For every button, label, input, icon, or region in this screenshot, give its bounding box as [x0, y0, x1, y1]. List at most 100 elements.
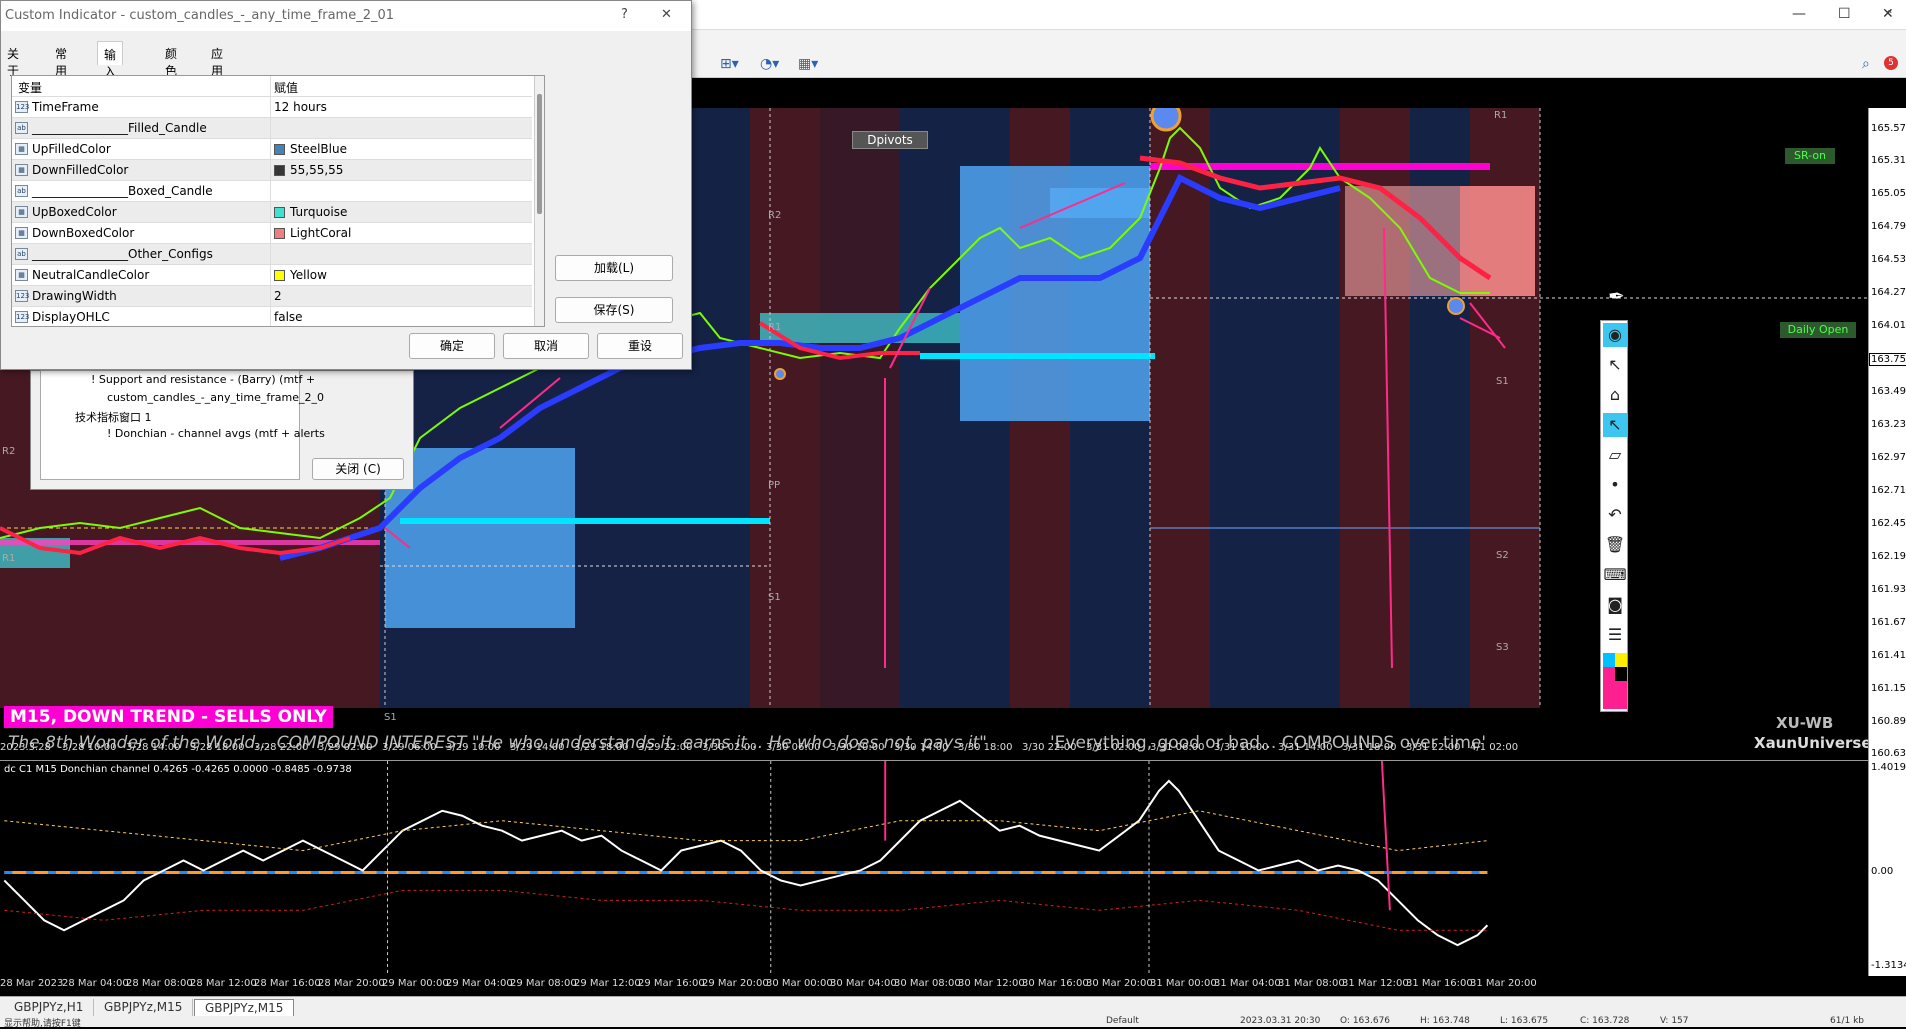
param-row[interactable]: 123 DisplayOHLC false [12, 307, 532, 326]
status-volume: V: 157 [1660, 1016, 1689, 1026]
param-value[interactable]: 55,55,55 [290, 163, 343, 177]
param-row[interactable]: ▦ DownBoxedColor LightCoral [12, 223, 532, 244]
param-row[interactable]: ab ________________Other_Configs [12, 244, 532, 265]
param-value[interactable]: SteelBlue [290, 142, 347, 156]
cancel-button[interactable]: 取消 [503, 333, 589, 359]
osc-time-tick: 30 Mar 04:00 [830, 978, 897, 989]
color-swatch-magenta[interactable] [1603, 667, 1615, 681]
pen-icon[interactable]: ✒ [1608, 284, 1625, 308]
undo-icon[interactable]: ↶ [1603, 503, 1627, 527]
param-value[interactable]: LightCoral [290, 226, 351, 240]
save-button[interactable]: 保存(S) [555, 297, 673, 323]
osc-time-tick: 31 Mar 16:00 [1406, 978, 1473, 989]
tag-icon[interactable]: ⌂ [1603, 383, 1627, 407]
grid-scrollbar[interactable] [534, 76, 544, 326]
param-name: ________________Other_Configs [32, 247, 213, 261]
object-tree[interactable]: ! Support and resistance - (Barry) (mtf … [40, 370, 325, 480]
chevron-up-icon[interactable]: ⌃ [1884, 8, 1894, 22]
help-icon[interactable]: ? [621, 7, 628, 22]
scrollbar-thumb[interactable] [537, 94, 542, 214]
price-tick: 163.490 [1871, 386, 1906, 397]
tab-inputs[interactable]: 输入参数 [97, 41, 124, 113]
oscillator-title: dc C1 M15 Donchian channel 0.4265 -0.426… [4, 764, 352, 775]
time-tick: 3/29 14:00 [510, 742, 565, 753]
color-swatch-yellow[interactable] [1615, 653, 1627, 667]
sr-label[interactable]: SR-on [1785, 148, 1835, 164]
param-value[interactable]: 12 hours [274, 100, 327, 114]
time-tick: 3/31 22:00 [1406, 742, 1461, 753]
camera-icon[interactable]: ◙ [1603, 593, 1627, 617]
tab-about[interactable]: 关于 [1, 41, 25, 78]
tab-colors[interactable]: 颜色 [159, 41, 183, 78]
tree-item[interactable]: custom_candles_-_any_time_frame_2_0 [107, 391, 324, 404]
ruler-icon[interactable]: ▱ [1603, 443, 1627, 467]
oscillator-time-axis: 28 Mar 2023 28 Mar 04:00 28 Mar 08:00 28… [0, 976, 1868, 994]
text-icon: ab [15, 122, 28, 134]
list-icon[interactable]: ☰ [1603, 623, 1627, 647]
pivot-label: R1 [1494, 110, 1508, 121]
grid-header: 变量 赋值 [12, 76, 532, 97]
param-row[interactable]: 123 TimeFrame 12 hours [12, 97, 532, 118]
tree-item-folder[interactable]: 技术指标窗口 1 [75, 409, 152, 425]
tab-visualization[interactable]: 应用范围 [205, 41, 229, 112]
color-swatch-cyan[interactable] [1603, 653, 1615, 667]
clock-icon[interactable]: ◔▾ [760, 56, 779, 72]
daily-open-label: Daily Open [1780, 322, 1856, 338]
param-value[interactable]: false [274, 310, 303, 324]
arrow-line-icon[interactable]: ↖ [1603, 413, 1627, 437]
search-icon[interactable]: ⌕ [1862, 56, 1870, 72]
reset-button[interactable]: 重设 [597, 333, 683, 359]
color-swatch [274, 228, 285, 239]
param-row[interactable]: ab ________________Boxed_Candle [12, 181, 532, 202]
tab-common[interactable]: 常用 [49, 41, 73, 78]
chart-tab[interactable]: GBPJPYz,H1 [4, 999, 95, 1016]
time-tick: 3/29 10:00 [446, 742, 501, 753]
notification-badge[interactable]: 5 [1884, 56, 1898, 70]
eye-icon[interactable]: ◉ [1603, 323, 1627, 347]
param-value[interactable]: Turquoise [290, 205, 347, 219]
param-row[interactable]: ab ________________Filled_Candle [12, 118, 532, 139]
keyboard-icon[interactable]: ⌨ [1603, 563, 1627, 587]
oscillator-panel[interactable] [0, 760, 1868, 976]
pivot-label: S1 [1496, 376, 1509, 387]
signal-star-icon [1150, 108, 1182, 132]
chart-tab[interactable]: GBPJPYz,M15 [94, 999, 194, 1016]
tree-item[interactable]: ! Support and resistance - (Barry) (mtf … [91, 373, 315, 386]
pivot-label: S3 [1496, 642, 1509, 653]
trash-icon[interactable]: 🗑 [1603, 533, 1627, 557]
brand-top: XU-WB [1776, 714, 1834, 732]
load-button[interactable]: 加载(L) [555, 255, 673, 281]
param-row[interactable]: ▦ UpFilledColor SteelBlue [12, 139, 532, 160]
price-tick: 163.230 [1871, 419, 1906, 430]
close-list-button[interactable]: 关闭 (C) [312, 458, 404, 480]
time-tick: 3/31 06:00 [1150, 742, 1205, 753]
param-value[interactable]: Yellow [290, 268, 327, 282]
param-row[interactable]: ▦ DownFilledColor 55,55,55 [12, 160, 532, 181]
template-icon[interactable]: ▦▾ [798, 56, 818, 72]
price-tick: 164.010 [1871, 320, 1906, 331]
minimize-button[interactable]: — [1792, 6, 1806, 22]
osc-time-tick: 31 Mar 12:00 [1342, 978, 1409, 989]
chart-tab-active[interactable]: GBPJPYz,M15 [194, 999, 295, 1016]
dpivots-label[interactable]: Dpivots [852, 131, 928, 149]
osc-time-tick: 28 Mar 20:00 [318, 978, 385, 989]
pivot-label: S2 [1496, 550, 1509, 561]
parameter-grid[interactable]: 变量 赋值 123 TimeFrame 12 hours ab ________… [11, 75, 545, 327]
param-value[interactable]: 2 [274, 289, 282, 303]
color-param-icon: ▦ [15, 227, 28, 239]
add-indicator-icon[interactable]: ⊞▾ [720, 56, 739, 72]
dot-icon[interactable]: • [1603, 473, 1627, 497]
dialog-close-icon[interactable]: ✕ [661, 7, 672, 22]
param-row[interactable]: ▦ UpBoxedColor Turquoise [12, 202, 532, 223]
tree-item[interactable]: ! Donchian - channel avgs (mtf + alerts [107, 427, 325, 440]
param-name: ________________Boxed_Candle [32, 184, 213, 198]
cursor-icon[interactable]: ↖ [1603, 353, 1627, 377]
ok-button[interactable]: 确定 [409, 333, 495, 359]
osc-time-tick: 28 Mar 16:00 [254, 978, 321, 989]
param-row[interactable]: 123 DrawingWidth 2 [12, 286, 532, 307]
osc-time-tick: 28 Mar 2023 [0, 978, 64, 989]
param-name: TimeFrame [32, 100, 99, 114]
param-row[interactable]: ▦ NeutralCandleColor Yellow [12, 265, 532, 286]
maximize-button[interactable]: ☐ [1838, 6, 1851, 22]
color-swatch-black[interactable] [1615, 667, 1627, 681]
